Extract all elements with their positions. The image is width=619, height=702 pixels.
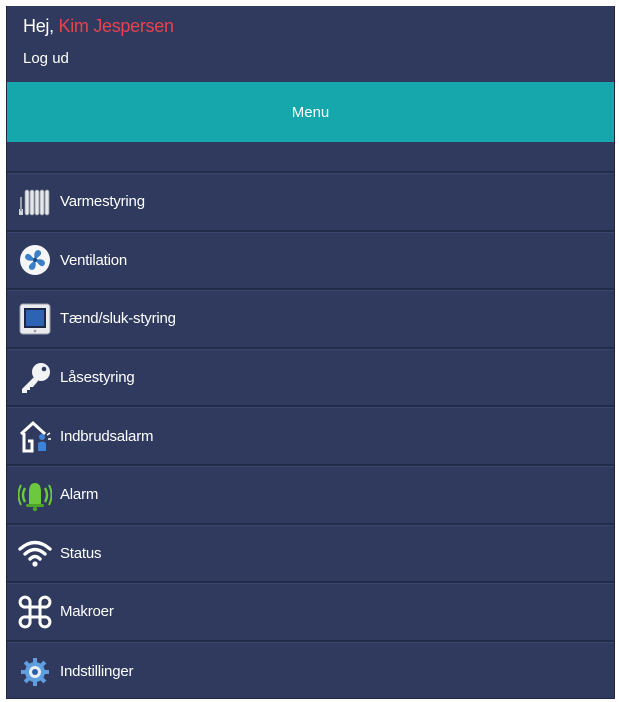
- menu-item-label: Status: [60, 544, 102, 562]
- menu-item-label: Alarm: [60, 486, 99, 504]
- menu-item-label: Tænd/sluk-styring: [60, 310, 176, 328]
- menu-item-status[interactable]: Status: [7, 524, 614, 584]
- menu-list: Varmestyring Ventilation Tænd/sluk-styri…: [7, 173, 614, 700]
- command-icon: [18, 595, 52, 629]
- greeting: Hej, Kim Jespersen: [23, 16, 174, 37]
- user-name: Kim Jespersen: [58, 16, 174, 36]
- menu-item-ventilation[interactable]: Ventilation: [7, 231, 614, 291]
- menu-item-indbrudsalarm[interactable]: Indbrudsalarm: [7, 407, 614, 466]
- bell-icon: [18, 478, 52, 512]
- header: Hej, Kim Jespersen Log ud: [7, 6, 614, 82]
- menu-item-alarm[interactable]: Alarm: [7, 465, 614, 525]
- key-icon: [18, 361, 52, 395]
- gear-icon: [18, 655, 52, 689]
- menu-item-taend-sluk-styring[interactable]: Tænd/sluk-styring: [7, 290, 614, 349]
- fan-icon: [18, 243, 52, 277]
- menu-item-label: Låsestyring: [60, 369, 135, 387]
- menu-item-label: Indstillinger: [60, 663, 134, 681]
- menu-toggle-button[interactable]: Menu: [7, 82, 614, 142]
- menu-item-label: Varmestyring: [60, 193, 145, 211]
- radiator-icon: [18, 185, 52, 219]
- menu-item-label: Indbrudsalarm: [60, 427, 154, 445]
- tablet-icon: [18, 302, 52, 336]
- intruder-house-icon: [18, 419, 52, 453]
- greeting-text: Hej,: [23, 16, 54, 36]
- menu-item-makroer[interactable]: Makroer: [7, 583, 614, 642]
- menu-item-varmestyring[interactable]: Varmestyring: [7, 173, 614, 232]
- menu-item-label: Ventilation: [60, 251, 128, 269]
- logout-link[interactable]: Log ud: [23, 50, 69, 67]
- menu-item-laasestyring[interactable]: Låsestyring: [7, 348, 614, 408]
- menu-item-label: Makroer: [60, 603, 114, 621]
- app-panel: Hej, Kim Jespersen Log ud Menu Varmestyr…: [6, 6, 615, 699]
- menu-item-indstillinger[interactable]: Indstillinger: [7, 641, 614, 701]
- menu-label: Menu: [291, 103, 330, 121]
- menu-spacer: [7, 142, 614, 173]
- wifi-icon: [18, 536, 52, 570]
